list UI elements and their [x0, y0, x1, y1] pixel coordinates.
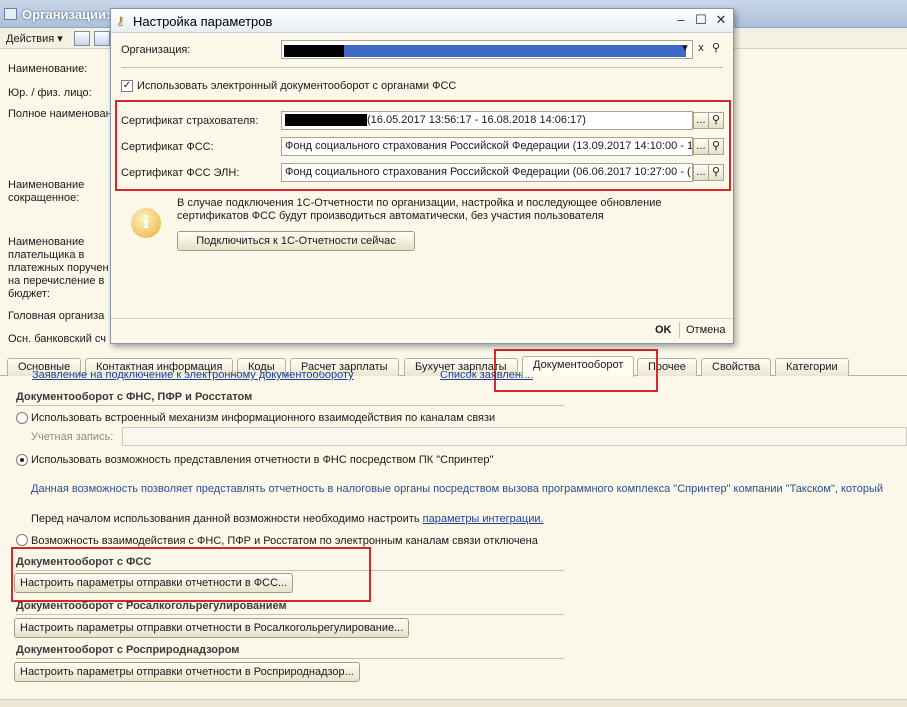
- label-name: Наименование:: [8, 63, 88, 75]
- footer-separator: [679, 322, 680, 338]
- ok-button[interactable]: OK: [655, 324, 672, 336]
- dialog-divider-1: [121, 67, 723, 68]
- group-fns-header: Документооборот с ФНС, ПФР и Росстатом: [16, 391, 253, 403]
- group-rpn-header: Документооборот с Росприроднадзором: [16, 644, 240, 656]
- org-label: Организация:: [121, 44, 191, 56]
- highlight-fss-group: [11, 547, 371, 602]
- label-head-org: Головная организа: [8, 310, 105, 322]
- use-edo-label: Использовать электронный документооборот…: [137, 80, 457, 92]
- info-icon: i: [131, 208, 161, 238]
- cancel-button[interactable]: Отмена: [686, 324, 725, 336]
- label-payer-3: платежных поручен: [8, 262, 109, 274]
- highlight-certificates: [115, 100, 731, 191]
- bottom-strip: [0, 699, 907, 707]
- window-icon: [4, 8, 17, 20]
- settings-dialog: ⚷ Настройка параметров – ☐ ✕ Организация…: [110, 8, 734, 344]
- info-text-1: В случае подключения 1С-Отчетности по ор…: [177, 197, 662, 209]
- radio-builtin-label: Использовать встроенный механизм информа…: [31, 412, 496, 424]
- label-full-name: Полное наименован: [8, 108, 112, 120]
- radio-builtin-mechanism[interactable]: [16, 412, 28, 424]
- tab-properties[interactable]: Свойства: [701, 358, 772, 376]
- radio-sprinter-label: Использовать возможность представления о…: [31, 454, 494, 466]
- label-legal-type: Юр. / физ. лицо:: [8, 87, 92, 99]
- label-payer-4: на перечисление в: [8, 275, 105, 287]
- configure-rpn-button[interactable]: Настроить параметры отправки отчетности …: [14, 662, 360, 682]
- label-bank-account: Осн. банковский сч: [8, 333, 107, 345]
- applications-list-link[interactable]: Список заявлений: [440, 371, 533, 382]
- actions-menu-button[interactable]: Действия ▾: [2, 31, 67, 47]
- label-short-name-1: Наименование: [8, 179, 85, 191]
- group-ral-header: Документооборот с Росалкогольрегулирован…: [16, 600, 287, 612]
- org-field[interactable]: [281, 40, 693, 59]
- account-label: Учетная запись:: [31, 431, 114, 443]
- radio-sprinter[interactable]: [16, 454, 28, 466]
- save-icon[interactable]: [74, 31, 90, 46]
- group-rpn-divider: [16, 658, 564, 659]
- close-icon[interactable]: ✕: [713, 13, 729, 29]
- org-dropdown-icon[interactable]: ▾: [677, 41, 693, 58]
- dialog-titlebar: ⚷ Настройка параметров – ☐ ✕: [111, 9, 733, 33]
- radio-disabled[interactable]: [16, 534, 28, 546]
- group-fns-divider: [16, 405, 564, 406]
- before-use-text: Перед началом использования данной возмо…: [31, 513, 544, 525]
- maximize-icon[interactable]: ☐: [693, 13, 709, 29]
- organizations-window-title: Организации:: [22, 7, 111, 22]
- tab-categories[interactable]: Категории: [775, 358, 849, 376]
- integration-params-link[interactable]: параметры интеграции.: [423, 513, 544, 525]
- tab-document-flow[interactable]: Документооборот: [522, 356, 635, 377]
- org-search-icon[interactable]: ⚲: [708, 41, 724, 58]
- list-icon[interactable]: [94, 31, 110, 46]
- key-icon: ⚷: [116, 14, 125, 28]
- label-payer-1: Наименование: [8, 236, 85, 248]
- dialog-footer-divider: [111, 318, 733, 319]
- label-payer-2: плательщика в: [8, 249, 85, 261]
- use-edo-checkbox[interactable]: ✓: [121, 80, 133, 92]
- account-field[interactable]: [122, 427, 907, 446]
- redacted-org-name: [284, 45, 344, 58]
- label-short-name-2: сокращенное:: [8, 192, 80, 204]
- minimize-icon[interactable]: –: [673, 13, 689, 29]
- configure-ral-button[interactable]: Настроить параметры отправки отчетности …: [14, 618, 410, 638]
- connect-1c-reporting-button[interactable]: Подключиться к 1С-Отчетности сейчас: [177, 231, 415, 251]
- label-payer-5: бюджет:: [8, 288, 50, 300]
- org-selection-bar: [344, 45, 686, 58]
- org-clear-icon[interactable]: x: [693, 41, 709, 58]
- group-ral-divider: [16, 614, 564, 615]
- sprinter-note: Данная возможность позволяет представлят…: [31, 483, 883, 495]
- info-text-2: сертификатов ФСС будут производиться авт…: [177, 210, 604, 222]
- edo-application-link[interactable]: Заявление на подключение к электронному …: [32, 371, 354, 382]
- dialog-title: Настройка параметров: [133, 14, 273, 29]
